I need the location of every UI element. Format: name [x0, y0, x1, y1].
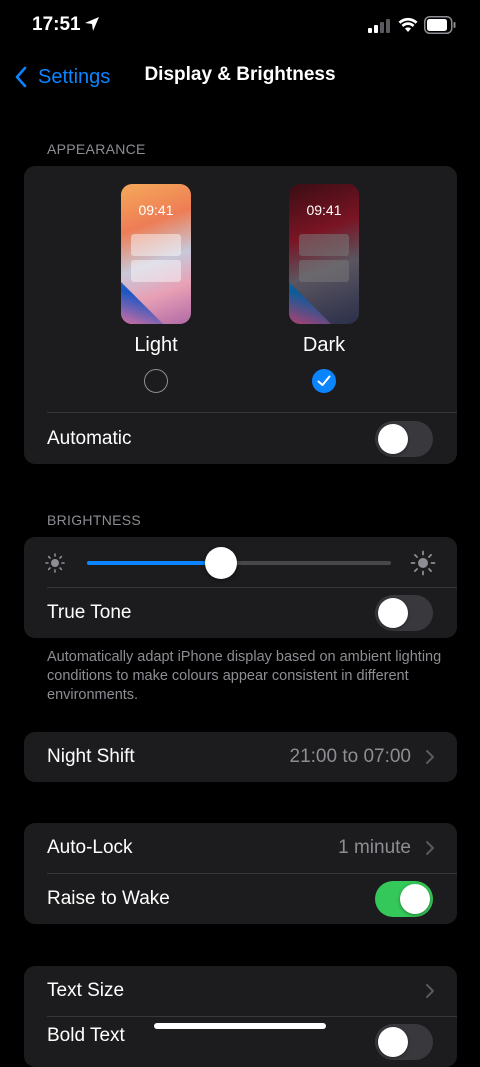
appearance-card: 09:41 Light 09:41 Dark Automatic	[24, 166, 457, 464]
auto-lock-row[interactable]: Auto-Lock 1 minute	[24, 823, 457, 873]
location-arrow-icon	[85, 17, 99, 31]
dark-radio[interactable]	[312, 369, 336, 393]
brightness-header: BRIGHTNESS	[47, 512, 142, 528]
home-indicator[interactable]	[154, 1023, 326, 1029]
toggle-knob	[378, 423, 408, 454]
night-shift-label: Night Shift	[47, 746, 135, 767]
sun-large-icon	[410, 550, 436, 576]
true-tone-footnote: Automatically adapt iPhone display based…	[47, 649, 442, 703]
page-title: Display & Brightness	[144, 64, 336, 85]
dark-preview-widget	[299, 234, 349, 256]
brightness-slider[interactable]	[87, 547, 391, 579]
raise-to-wake-toggle[interactable]	[375, 881, 433, 917]
dark-label: Dark	[302, 334, 346, 356]
automatic-label: Automatic	[47, 427, 132, 449]
toggle-knob	[378, 598, 408, 628]
bold-text-label: Bold Text	[47, 1025, 125, 1046]
light-mode-preview[interactable]: 09:41	[121, 184, 191, 324]
text-card: Text Size Bold Text	[24, 966, 457, 1067]
chevron-right-icon	[426, 750, 434, 764]
night-shift-card: Night Shift 21:00 to 07:00	[24, 732, 457, 782]
brightness-slider-row	[24, 537, 457, 587]
raise-to-wake-row: Raise to Wake	[24, 874, 457, 924]
text-size-row[interactable]: Text Size	[24, 966, 457, 1016]
text-size-label: Text Size	[47, 980, 125, 1001]
dark-mode-preview[interactable]: 09:41	[289, 184, 359, 324]
automatic-row: Automatic	[24, 413, 457, 464]
true-tone-row: True Tone	[24, 588, 457, 638]
automatic-toggle[interactable]	[375, 420, 433, 457]
auto-lock-value: 1 minute	[338, 837, 411, 858]
raise-to-wake-label: Raise to Wake	[47, 888, 170, 909]
dark-preview-widget	[299, 260, 349, 282]
light-preview-widget	[131, 260, 181, 282]
true-tone-label: True Tone	[47, 602, 132, 623]
light-preview-time: 09:41	[138, 202, 174, 218]
lock-card: Auto-Lock 1 minute Raise to Wake	[24, 823, 457, 924]
checkmark-icon	[317, 375, 331, 386]
brightness-slider-fill	[87, 561, 221, 565]
night-shift-row[interactable]: Night Shift 21:00 to 07:00	[24, 732, 457, 782]
chevron-right-icon	[426, 984, 434, 998]
wifi-icon	[398, 17, 418, 32]
sun-small-icon	[45, 553, 65, 573]
bold-text-toggle[interactable]	[375, 1024, 433, 1060]
battery-icon	[424, 16, 456, 34]
light-label: Light	[134, 334, 178, 356]
true-tone-toggle[interactable]	[375, 595, 433, 631]
light-preview-widget	[131, 234, 181, 256]
chevron-right-icon	[426, 841, 434, 855]
auto-lock-label: Auto-Lock	[47, 837, 133, 858]
cellular-signal-icon	[368, 19, 390, 33]
brightness-slider-thumb[interactable]	[204, 547, 237, 579]
status-time: 17:51	[32, 14, 81, 35]
dark-preview-time: 09:41	[306, 202, 342, 218]
brightness-card: True Tone	[24, 537, 457, 638]
toggle-knob	[400, 884, 430, 914]
toggle-knob	[378, 1027, 408, 1057]
night-shift-value: 21:00 to 07:00	[289, 746, 412, 767]
light-radio[interactable]	[144, 369, 168, 393]
appearance-header: APPEARANCE	[47, 141, 146, 157]
